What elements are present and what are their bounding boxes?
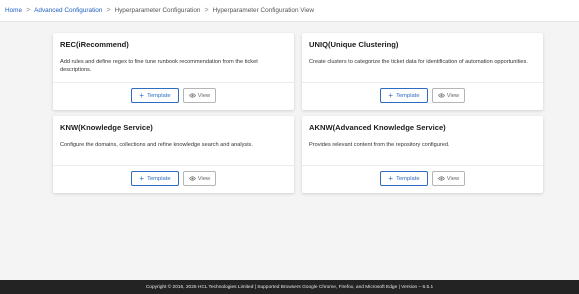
breadcrumb-separator: > (26, 7, 31, 14)
card-title: REC(iRecommend) (60, 40, 129, 49)
card-divider (302, 82, 543, 83)
plus-icon: + (388, 90, 394, 100)
breadcrumb: Home > Advanced Configuration > Hyperpar… (0, 0, 579, 22)
card-actions: + Template View (131, 171, 216, 186)
card-divider (302, 165, 543, 166)
footer: Copyright © 2016, 2025 HCL Technologies … (0, 280, 579, 294)
card-actions: + Template View (131, 88, 216, 103)
card-title: AKNW(Advanced Knowledge Service) (309, 123, 446, 132)
template-button-label: Template (147, 92, 171, 99)
template-button-label: Template (147, 175, 171, 182)
card-divider (53, 82, 294, 83)
breadcrumb-advanced-configuration-link[interactable]: Advanced Configuration (34, 7, 102, 14)
card-description: Provides relevant content from the repos… (309, 142, 450, 148)
view-button[interactable]: View (432, 171, 465, 186)
view-button[interactable]: View (183, 88, 216, 103)
view-button-label: View (446, 175, 460, 182)
card-actions: + Template View (380, 171, 465, 186)
card-actions: + Template View (380, 88, 465, 103)
template-button[interactable]: + Template (131, 88, 179, 103)
card-uniq: UNIQ(Unique Clustering) Create clusters … (302, 33, 543, 110)
card-description: Configure the domains, collections and r… (60, 142, 253, 148)
plus-icon: + (139, 90, 145, 100)
plus-icon: + (139, 173, 145, 183)
eye-icon (188, 93, 196, 98)
eye-icon (437, 176, 445, 181)
card-title: KNW(Knowledge Service) (60, 123, 153, 132)
view-button-label: View (197, 92, 211, 99)
view-button-label: View (197, 175, 211, 182)
template-button-label: Template (396, 175, 420, 182)
eye-icon (188, 176, 196, 181)
breadcrumb-current-page: Hyperparameter Configuration View (212, 7, 315, 14)
card-rec: REC(iRecommend) Add rules and define reg… (53, 33, 294, 110)
template-button[interactable]: + Template (380, 88, 428, 103)
view-button[interactable]: View (183, 171, 216, 186)
view-button-label: View (446, 92, 460, 99)
breadcrumb-hyperparameter-configuration: Hyperparameter Configuration (114, 7, 201, 14)
breadcrumb-home-link[interactable]: Home (5, 7, 22, 14)
card-title: UNIQ(Unique Clustering) (309, 40, 399, 49)
card-description: Add rules and define regex to fine tune … (60, 59, 258, 73)
breadcrumb-separator: > (106, 7, 111, 14)
card-aknw: AKNW(Advanced Knowledge Service) Provide… (302, 116, 543, 193)
footer-text: Copyright © 2016, 2025 HCL Technologies … (145, 284, 434, 290)
card-knw: KNW(Knowledge Service) Configure the dom… (53, 116, 294, 193)
view-button[interactable]: View (432, 88, 465, 103)
template-button[interactable]: + Template (131, 171, 179, 186)
card-divider (53, 165, 294, 166)
plus-icon: + (388, 173, 394, 183)
card-description: Create clusters to categorize the ticket… (309, 59, 528, 65)
template-button-label: Template (396, 92, 420, 99)
template-button[interactable]: + Template (380, 171, 428, 186)
breadcrumb-separator: > (204, 7, 209, 14)
eye-icon (437, 93, 445, 98)
